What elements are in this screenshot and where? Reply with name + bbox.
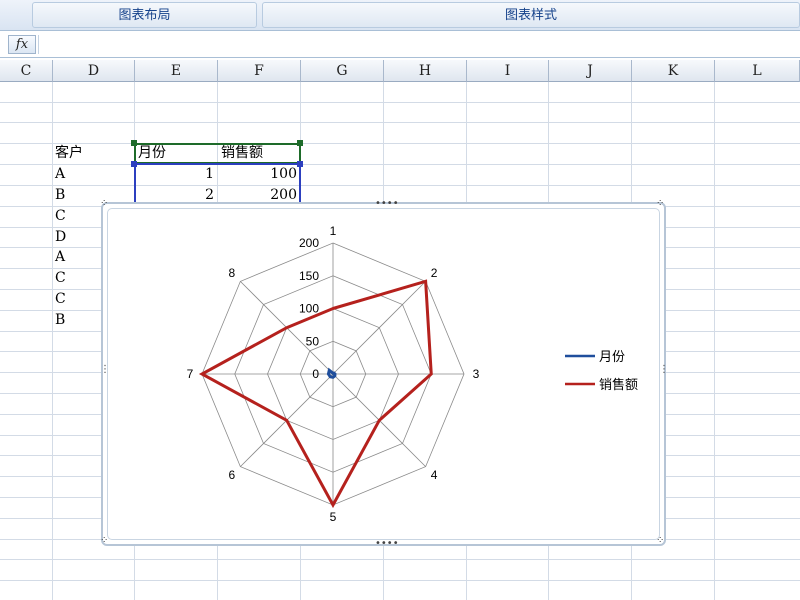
radar-plot: 0 50 100 150 200 1 2 3 4 5 6 7 8 月份销售额 — [187, 224, 638, 524]
formula-bar: fx — [0, 33, 800, 58]
cell-customer[interactable]: C — [55, 268, 66, 289]
insert-function-button[interactable]: fx — [8, 35, 36, 54]
series-name-range-highlight — [134, 143, 301, 164]
radar-tick-label: 0 — [312, 367, 319, 381]
range-handle[interactable] — [131, 140, 137, 146]
radar-category-label: 4 — [431, 468, 438, 482]
radar-series-1 — [326, 367, 337, 379]
radar-category-label: 6 — [229, 468, 236, 482]
radar-category-label: 8 — [229, 266, 236, 280]
column-header-i[interactable]: I — [467, 60, 549, 82]
cell-customer[interactable]: D — [55, 227, 66, 248]
formula-input[interactable] — [38, 35, 800, 54]
column-header-d[interactable]: D — [53, 60, 135, 82]
radar-tick-label: 100 — [299, 302, 319, 316]
legend-label: 销售额 — [599, 377, 638, 393]
cell-customer[interactable]: B — [55, 185, 65, 206]
resize-handle-bottom[interactable]: •••• — [375, 539, 399, 549]
radar-category-label: 1 — [330, 224, 337, 238]
resize-handle-corner[interactable]: ⁘ — [100, 199, 108, 209]
column-header-l[interactable]: L — [715, 60, 800, 82]
range-handle[interactable] — [131, 161, 137, 167]
radar-tick-label: 200 — [299, 236, 319, 250]
radar-category-label: 2 — [431, 266, 438, 280]
column-header-j[interactable]: J — [549, 60, 632, 82]
range-handle[interactable] — [297, 140, 303, 146]
resize-handle-corner[interactable]: ⁘ — [656, 536, 664, 546]
column-header-g[interactable]: G — [301, 60, 384, 82]
radar-category-label: 3 — [473, 367, 480, 381]
column-header-h[interactable]: H — [384, 60, 467, 82]
legend-label: 月份 — [599, 350, 625, 365]
ribbon: 图表布局 图表样式 — [0, 0, 800, 31]
cell-customer[interactable]: B — [55, 310, 65, 331]
radar-category-label: 7 — [187, 367, 194, 381]
cell-customer[interactable]: A — [55, 164, 65, 185]
resize-handle-top[interactable]: •••• — [375, 199, 399, 209]
column-header-k[interactable]: K — [632, 60, 715, 82]
column-header-e[interactable]: E — [135, 60, 218, 82]
column-header-c[interactable]: C — [0, 60, 53, 82]
chart-styles-group[interactable]: 图表样式 — [262, 2, 800, 28]
radar-series-2 — [198, 279, 433, 509]
resize-handle-left[interactable]: ⋮ — [100, 365, 110, 375]
resize-handle-corner[interactable]: ⁘ — [100, 536, 108, 546]
range-handle[interactable] — [297, 161, 303, 167]
cell-customer[interactable]: C — [55, 289, 66, 310]
fx-label: fx — [15, 37, 29, 52]
radar-category-label: 5 — [330, 510, 337, 524]
cell-customer-header[interactable]: 客户 — [55, 143, 83, 164]
radar-tick-label: 150 — [299, 269, 319, 283]
chart-layout-group[interactable]: 图表布局 — [32, 2, 257, 28]
radar-tick-label: 50 — [306, 334, 320, 348]
radar-chart[interactable]: 0 50 100 150 200 1 2 3 4 5 6 7 8 月份销售额 — [101, 202, 666, 546]
column-header-f[interactable]: F — [218, 60, 301, 82]
cell-customer[interactable]: C — [55, 206, 66, 227]
resize-handle-right[interactable]: ⋮ — [659, 365, 669, 375]
resize-handle-corner[interactable]: ⁘ — [656, 199, 664, 209]
cell-customer[interactable]: A — [55, 247, 65, 268]
